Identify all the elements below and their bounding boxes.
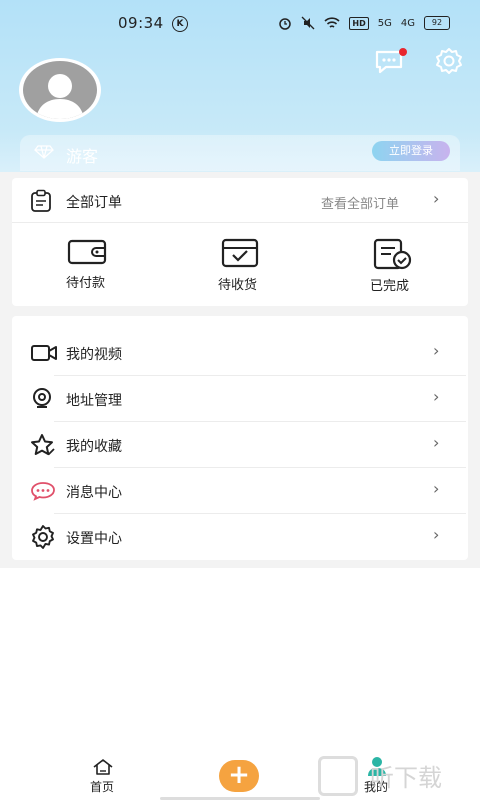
status-time: 09:34 xyxy=(118,14,164,32)
menu-item-label: 地址管理 xyxy=(66,393,122,409)
menu-item-address[interactable]: 地址管理 › xyxy=(12,376,468,420)
pending-receipt-button[interactable]: 待收货 xyxy=(202,236,278,296)
pending-payment-button[interactable]: 待付款 xyxy=(50,236,126,296)
inbox-icon xyxy=(221,238,259,268)
completed-doc-icon xyxy=(373,238,412,270)
battery-icon: 92 xyxy=(424,16,450,30)
nav-home[interactable]: 首页 xyxy=(80,756,126,796)
settings-icon xyxy=(32,525,54,549)
chevron-right-icon: › xyxy=(433,479,440,498)
menu-item-label: 消息中心 xyxy=(66,485,122,501)
diamond-icon xyxy=(34,145,54,159)
star-icon xyxy=(31,434,55,456)
completed-label: 已完成 xyxy=(370,279,410,294)
menu-item-settings[interactable]: 设置中心 › xyxy=(12,514,468,558)
view-all-orders-link[interactable]: 查看全部订单 xyxy=(321,193,399,212)
video-icon xyxy=(31,345,57,361)
menu-item-favorites[interactable]: 我的收藏 › xyxy=(12,422,468,466)
wallet-icon xyxy=(67,239,107,265)
pending-receipt-label: 待收货 xyxy=(218,278,258,293)
status-bar: 09:34 K HD 5G 4G 92 xyxy=(0,0,480,46)
signal-5g: 5G xyxy=(377,17,392,29)
settings-icon[interactable] xyxy=(432,46,466,76)
watermark-text: 听下载 xyxy=(370,764,442,792)
divider xyxy=(12,222,468,223)
guest-name: 游客 xyxy=(66,147,99,166)
message-icon xyxy=(31,482,55,501)
wifi-icon xyxy=(324,16,340,28)
status-icons: HD 5G 4G 92 xyxy=(278,15,450,31)
message-icon[interactable] xyxy=(374,48,408,74)
login-button[interactable]: 立即登录 xyxy=(372,141,450,161)
mute-icon xyxy=(301,16,315,30)
completed-button[interactable]: 已完成 xyxy=(354,236,430,296)
menu-item-label: 我的收藏 xyxy=(66,439,122,455)
clipboard-icon xyxy=(31,189,51,212)
menu-item-messages[interactable]: 消息中心 › xyxy=(12,468,468,512)
k-app-icon: K xyxy=(172,16,188,32)
chevron-right-icon: › xyxy=(433,525,440,544)
menu-item-label: 设置中心 xyxy=(66,531,122,547)
menu-item-my-videos[interactable]: 我的视频 › xyxy=(12,330,468,374)
default-user-icon xyxy=(36,74,84,119)
all-orders-row[interactable]: 全部订单 查看全部订单 › xyxy=(12,178,468,222)
location-icon xyxy=(33,388,51,408)
chevron-right-icon: › xyxy=(433,433,440,452)
watermark-logo xyxy=(318,756,358,796)
notification-dot xyxy=(399,48,407,56)
hd-badge: HD xyxy=(349,16,369,30)
add-button[interactable]: + xyxy=(219,760,259,792)
chevron-right-icon: › xyxy=(433,189,440,208)
all-orders-title: 全部订单 xyxy=(66,195,122,211)
chevron-right-icon: › xyxy=(433,387,440,406)
menu-item-label: 我的视频 xyxy=(66,347,122,363)
signal-4g: 4G xyxy=(400,17,415,29)
home-icon xyxy=(93,759,113,775)
alarm-icon xyxy=(279,18,292,30)
avatar[interactable] xyxy=(23,61,97,119)
chevron-right-icon: › xyxy=(433,341,440,360)
nav-home-label: 首页 xyxy=(90,780,115,794)
pending-payment-label: 待付款 xyxy=(66,276,106,291)
